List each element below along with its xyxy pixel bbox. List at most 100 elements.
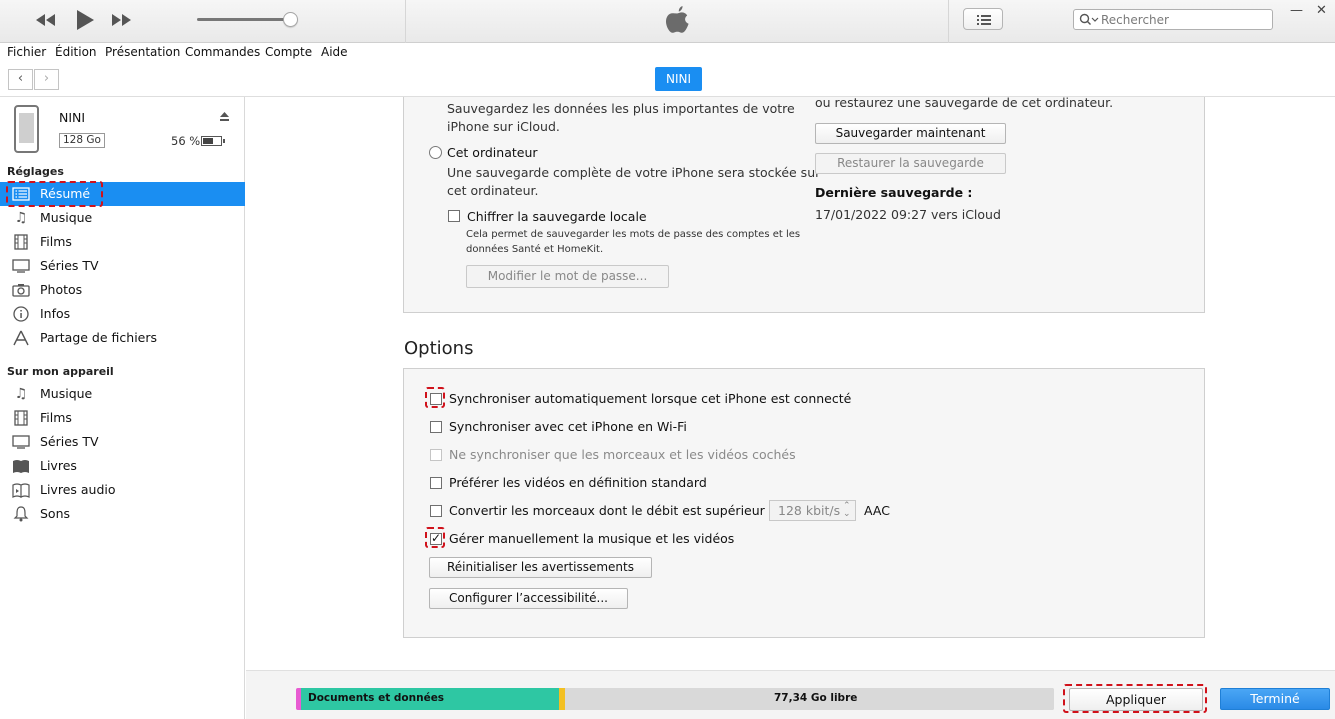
capacity-badge: 128 Go (59, 133, 105, 148)
sidebar-item-infos[interactable]: Infos (0, 302, 245, 326)
wifi-sync-checkbox[interactable] (430, 421, 442, 433)
menu-aide[interactable]: Aide (321, 45, 348, 59)
sidebar-item-label: Films (40, 234, 72, 249)
sidebar-item-device-films[interactable]: Films (0, 406, 245, 430)
section-sur-mon-appareil: Sur mon appareil (7, 365, 114, 378)
sidebar-item-label: Musique (40, 210, 93, 225)
last-backup-label: Dernière sauvegarde : (815, 185, 973, 200)
minimize-icon[interactable]: — (1290, 3, 1303, 18)
menu-presentation[interactable]: Présentation (105, 45, 180, 59)
restore-backup-button[interactable]: Restaurer la sauvegarde (815, 153, 1006, 174)
change-password-button[interactable]: Modifier le mot de passe... (466, 265, 669, 288)
only-checked-label: Ne synchroniser que les morceaux et les … (449, 447, 796, 462)
sidebar-item-label: Résumé (40, 186, 91, 201)
sidebar-item-partage[interactable]: Partage de fichiers (0, 326, 245, 350)
menu-edition[interactable]: Édition (55, 45, 97, 59)
device-name: NINI (59, 110, 86, 125)
eject-icon[interactable] (219, 111, 230, 125)
sidebar-item-device-series-tv[interactable]: Séries TV (0, 430, 245, 454)
tv-icon (12, 258, 30, 274)
menu-bar: Fichier Édition Présentation Commandes C… (0, 43, 1335, 63)
auto-sync-checkbox[interactable] (430, 393, 442, 405)
storage-seg-free: 77,34 Go libre (565, 688, 1054, 710)
bottom-bar: Documents et données 77,34 Go libre Appl… (246, 670, 1335, 719)
wifi-sync-label: Synchroniser avec cet iPhone en Wi-Fi (449, 419, 687, 434)
sidebar-item-films[interactable]: Films (0, 230, 245, 254)
search-icon (1079, 13, 1099, 25)
menu-fichier[interactable]: Fichier (7, 45, 46, 59)
storage-docs-label: Documents et données (308, 692, 445, 704)
accessibility-button[interactable]: Configurer l’accessibilité... (429, 588, 628, 609)
forward-button[interactable]: › (34, 69, 59, 90)
book-icon (12, 458, 30, 474)
section-reglages: Réglages (7, 165, 64, 178)
summary-icon (12, 186, 30, 202)
chevron-right-icon: › (43, 71, 50, 86)
manual-manage-label: Gérer manuellement la musique et les vid… (449, 531, 735, 546)
battery-percent: 56 % (171, 134, 201, 148)
fast-forward-icon[interactable] (110, 10, 134, 35)
sidebar-item-label: Partage de fichiers (40, 330, 158, 345)
backup-now-button[interactable]: Sauvegarder maintenant (815, 123, 1006, 144)
reset-warnings-button[interactable]: Réinitialiser les avertissements (429, 557, 652, 578)
aac-label: AAC (864, 503, 890, 518)
storage-bar: Documents et données 77,34 Go libre (296, 688, 1054, 710)
apply-button[interactable]: Appliquer (1069, 688, 1203, 711)
device-tab[interactable]: NINI (655, 67, 702, 91)
options-panel: Synchroniser automatiquement lorsque cet… (403, 368, 1205, 638)
toolbar: — ✕ (0, 0, 1335, 43)
battery-icon (201, 136, 225, 146)
sidebar-item-label: Musique (40, 386, 93, 401)
options-title: Options (404, 338, 474, 359)
convert-checkbox[interactable] (430, 505, 442, 517)
list-icon (977, 15, 991, 25)
icloud-desc-line2: iPhone sur iCloud. (447, 119, 560, 134)
nav-row: ‹ › NINI (0, 63, 1335, 97)
info-icon (12, 306, 30, 322)
music-note-icon: ♫ (14, 210, 28, 226)
sidebar-item-label: Sons (40, 506, 71, 521)
sidebar-item-resume[interactable]: Résumé (0, 182, 245, 206)
sidebar-item-device-sons[interactable]: Sons (0, 502, 245, 526)
search-input[interactable] (1101, 11, 1269, 28)
manual-manage-checkbox[interactable] (430, 531, 442, 545)
chevron-left-icon: ‹ (17, 71, 24, 86)
sidebar-item-musique[interactable]: ♫ Musique (0, 206, 245, 230)
sidebar-item-photos[interactable]: Photos (0, 278, 245, 302)
stepper-icon: ⌃ ⌄ (843, 501, 851, 519)
rewind-icon[interactable] (33, 10, 57, 35)
backup-panel: Sauvegardez les données les plus importa… (403, 95, 1205, 313)
sidebar-item-device-livres[interactable]: Livres (0, 454, 245, 478)
restore-text: ou restaurez une sauvegarde de cet ordin… (815, 95, 1114, 110)
search-box[interactable] (1073, 9, 1273, 30)
volume-knob[interactable] (283, 12, 298, 27)
encrypt-desc-line1: Cela permet de sauvegarder les mots de p… (466, 229, 801, 240)
done-button[interactable]: Terminé (1220, 688, 1330, 710)
apps-icon (12, 330, 30, 346)
play-icon[interactable] (74, 8, 96, 37)
close-icon[interactable]: ✕ (1316, 3, 1327, 18)
radio-this-computer[interactable] (429, 146, 442, 159)
sidebar-item-label: Séries TV (40, 434, 99, 449)
list-view-button[interactable] (963, 8, 1003, 30)
menu-commandes[interactable]: Commandes (185, 45, 260, 59)
bell-icon (12, 506, 30, 522)
sidebar-item-device-musique[interactable]: ♫ Musique (0, 382, 245, 406)
menu-compte[interactable]: Compte (265, 45, 312, 59)
iphone-icon (14, 105, 39, 153)
back-button[interactable]: ‹ (8, 69, 33, 90)
sidebar-item-label: Livres (40, 458, 77, 473)
last-backup-value: 17/01/2022 09:27 vers iCloud (815, 207, 1001, 222)
apple-logo-icon (662, 4, 692, 38)
only-checked-checkbox[interactable] (430, 449, 442, 461)
encrypt-desc-line2: données Santé et HomeKit. (466, 244, 604, 255)
encrypt-checkbox[interactable] (448, 210, 460, 222)
volume-slider[interactable] (197, 18, 289, 21)
film-icon (12, 234, 30, 250)
prefer-sd-label: Préférer les vidéos en définition standa… (449, 475, 707, 490)
audiobook-icon (12, 482, 30, 498)
prefer-sd-checkbox[interactable] (430, 477, 442, 489)
bitrate-select[interactable]: 128 kbit/s ⌃ ⌄ (769, 500, 856, 521)
sidebar-item-device-livres-audio[interactable]: Livres audio (0, 478, 245, 502)
sidebar-item-series-tv[interactable]: Séries TV (0, 254, 245, 278)
